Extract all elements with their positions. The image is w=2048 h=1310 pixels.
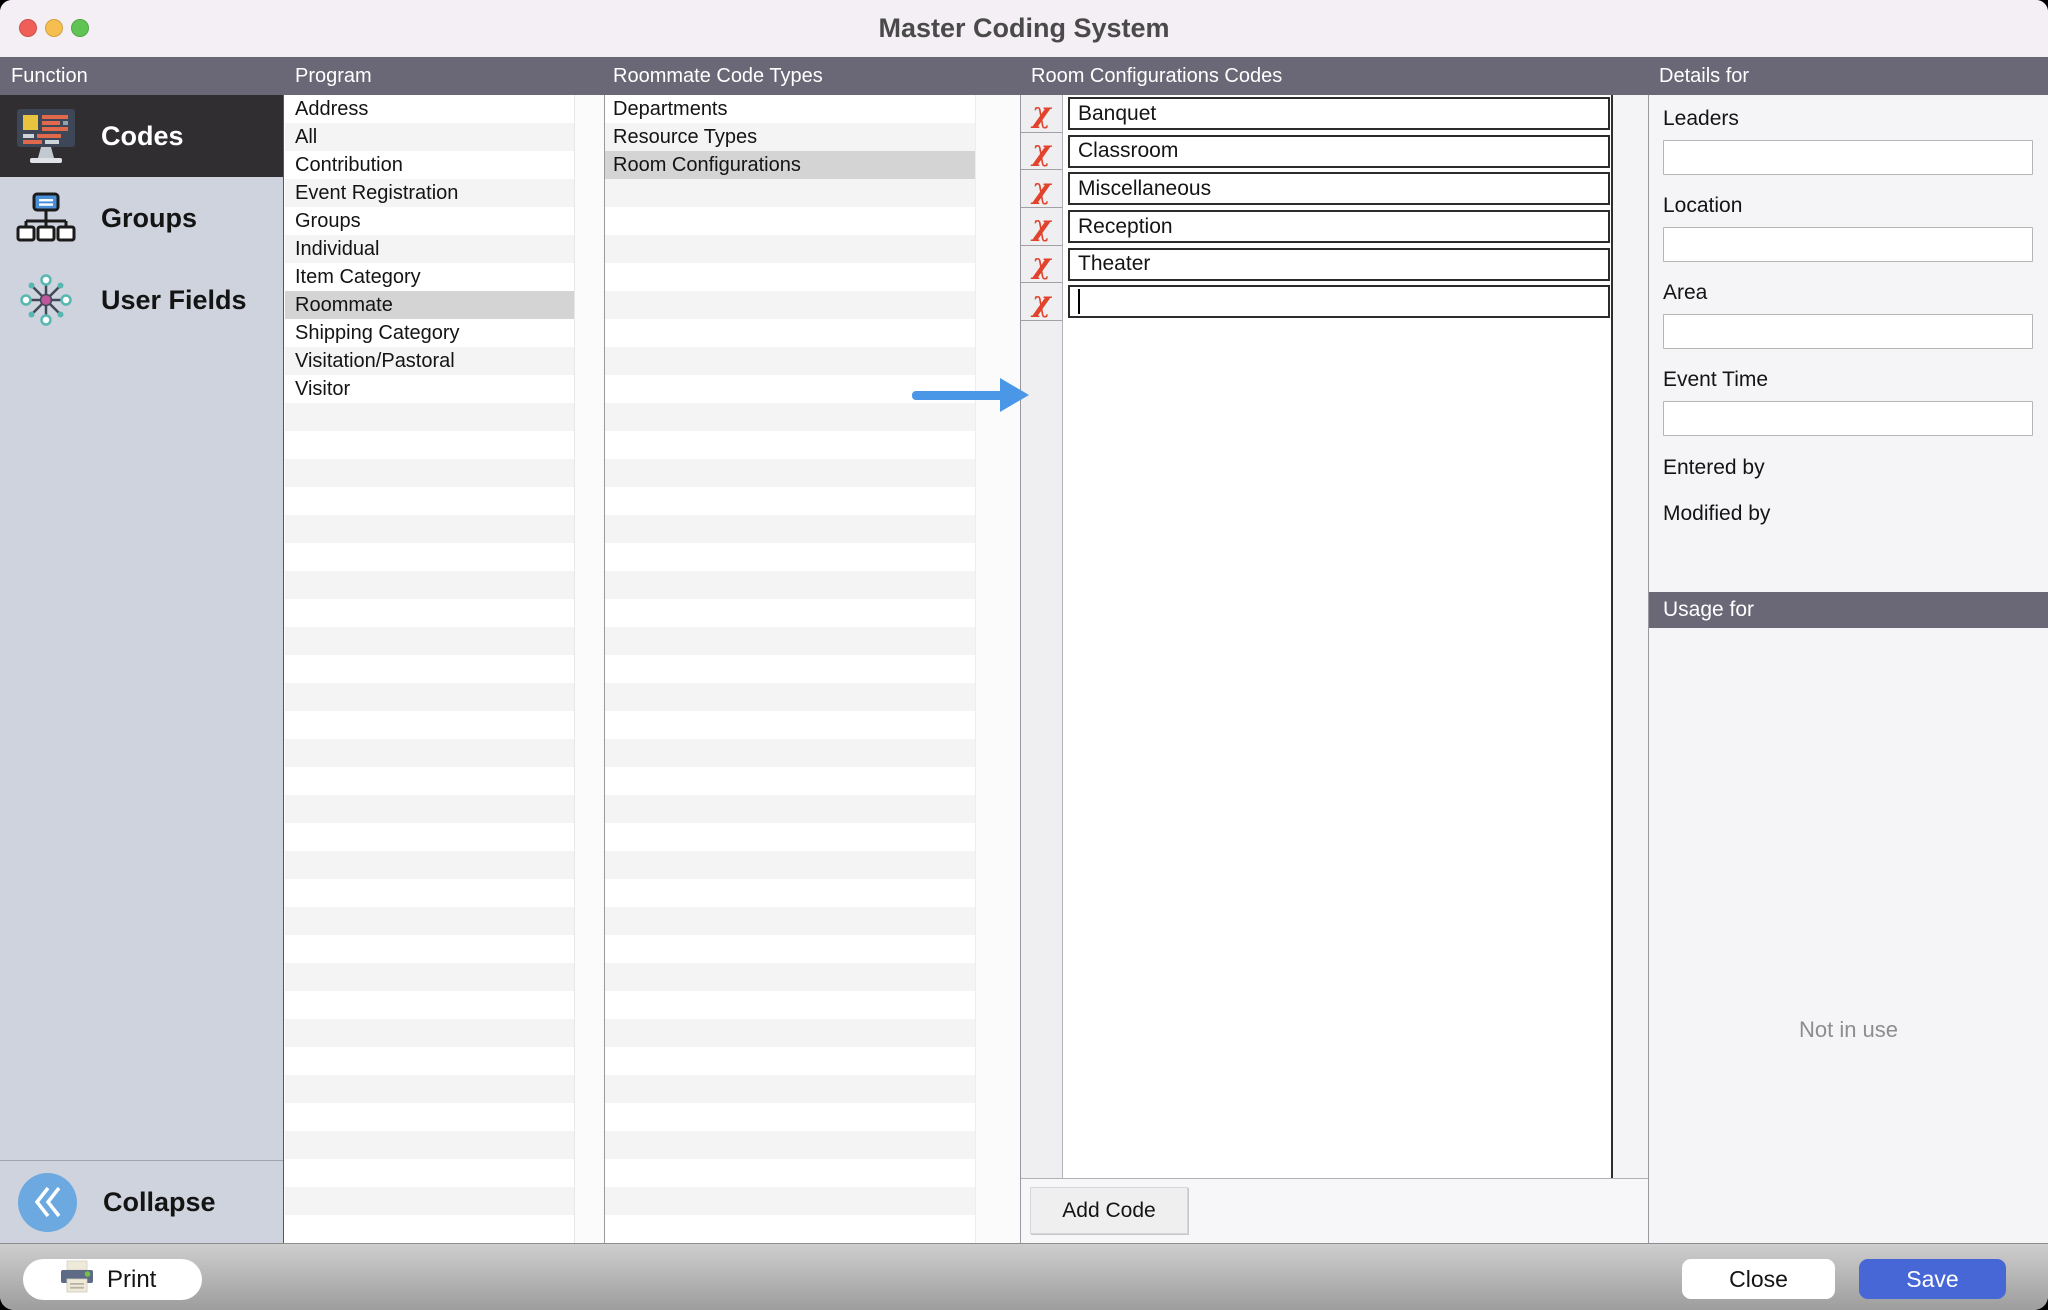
sidebar-item-groups[interactable]: Groups xyxy=(0,177,283,259)
red-x-delete-icon[interactable]: χ xyxy=(1021,208,1062,246)
details-fields: Leaders Location Area Event Time xyxy=(1649,107,2048,436)
code-row xyxy=(1064,170,1611,208)
codes-scrollbar-track[interactable] xyxy=(1613,95,1648,1178)
program-list-item[interactable]: Roommate xyxy=(285,291,574,319)
window-titlebar: Master Coding System xyxy=(0,0,2048,57)
codes-column-header: Room Configurations Codes xyxy=(1031,57,1282,95)
column-headers-bar: Function Program Roommate Code Types Roo… xyxy=(0,57,2048,95)
details-event-time-input[interactable] xyxy=(1663,401,2033,436)
function-sidebar: Codes Groups xyxy=(0,95,284,1243)
usage-for-header: Usage for xyxy=(1649,592,2048,628)
sidebar-item-user-fields[interactable]: User Fields xyxy=(0,259,283,341)
details-field-label: Leaders xyxy=(1663,107,2034,131)
details-column-header: Details for xyxy=(1659,57,1749,95)
code-input[interactable] xyxy=(1068,97,1610,130)
red-x-delete-icon[interactable]: χ xyxy=(1021,170,1062,208)
program-list-item[interactable]: Individual xyxy=(285,235,574,263)
sidebar-item-label: Groups xyxy=(101,203,197,234)
print-label: Print xyxy=(107,1266,156,1294)
program-column-header: Program xyxy=(295,57,372,95)
save-button[interactable]: Save xyxy=(1859,1259,2006,1299)
main-content: Codes Groups xyxy=(0,95,2048,1243)
details-leaders-input[interactable] xyxy=(1663,140,2033,175)
delete-icons-gutter: χχχχχχ xyxy=(1021,95,1063,1178)
printer-icon xyxy=(59,1260,95,1299)
code-types-column-header: Roommate Code Types xyxy=(613,57,823,95)
program-list-item[interactable]: All xyxy=(285,123,574,151)
details-location-input[interactable] xyxy=(1663,227,2033,262)
master-coding-system-window: Master Coding System Function Program Ro… xyxy=(0,0,2048,1310)
modified-by-label: Modified by xyxy=(1663,500,1793,528)
red-x-glyph: χ xyxy=(1032,99,1050,127)
codes-footer-strip: Add Code xyxy=(1021,1178,1648,1243)
code-input[interactable] xyxy=(1068,172,1610,205)
sidebar-item-label: User Fields xyxy=(101,285,247,316)
new-code-row xyxy=(1064,283,1611,321)
code-type-list-item[interactable]: Departments xyxy=(605,95,975,123)
red-x-glyph: χ xyxy=(1032,250,1050,278)
codes-rows xyxy=(1064,95,1613,1178)
code-input[interactable] xyxy=(1068,135,1610,168)
red-x-delete-icon[interactable]: χ xyxy=(1021,95,1062,133)
code-row xyxy=(1064,95,1611,133)
details-field-label: Event Time xyxy=(1663,368,2034,392)
red-x-glyph: χ xyxy=(1032,212,1050,240)
sidebar-item-codes[interactable]: Codes xyxy=(0,95,283,177)
sidebar-item-label: Codes xyxy=(101,121,184,152)
program-list-item[interactable]: Visitation/Pastoral xyxy=(285,347,574,375)
code-row xyxy=(1064,246,1611,284)
red-x-delete-icon[interactable]: χ xyxy=(1021,246,1062,284)
codes-list-area: χχχχχχ xyxy=(1021,95,1648,1178)
bottom-toolbar: Print Close Save xyxy=(0,1243,2048,1310)
program-list-item[interactable]: Groups xyxy=(285,207,574,235)
window-title: Master Coding System xyxy=(0,0,2048,57)
code-input[interactable] xyxy=(1068,210,1610,243)
program-scrollbar-track[interactable] xyxy=(574,95,604,1243)
add-code-button[interactable]: Add Code xyxy=(1030,1187,1188,1234)
room-configuration-codes-panel: χχχχχχ Add Code xyxy=(1021,95,1648,1243)
code-row xyxy=(1064,133,1611,171)
code-type-list-item[interactable]: Resource Types xyxy=(605,123,975,151)
code-input[interactable] xyxy=(1068,248,1610,281)
code-row xyxy=(1064,208,1611,246)
program-list-item[interactable]: Contribution xyxy=(285,151,574,179)
text-caret xyxy=(1078,289,1080,314)
code-types-list: DepartmentsResource TypesRoom Configurat… xyxy=(605,95,975,1243)
org-chart-icon xyxy=(13,191,79,245)
program-list-item[interactable]: Item Category xyxy=(285,263,574,291)
monitor-code-icon xyxy=(13,107,79,165)
red-x-delete-icon[interactable]: χ xyxy=(1021,283,1062,321)
entered-by-label: Entered by xyxy=(1663,454,1793,482)
hub-spoke-icon xyxy=(13,272,79,328)
code-type-list-item[interactable]: Room Configurations xyxy=(605,151,975,179)
usage-status-text: Not in use xyxy=(1649,1017,2048,1043)
program-list-item[interactable]: Event Registration xyxy=(285,179,574,207)
details-panel: Leaders Location Area Event Time Entered by… xyxy=(1649,95,2048,1243)
close-button[interactable]: Close xyxy=(1682,1259,1835,1299)
print-button[interactable]: Print xyxy=(23,1259,202,1300)
details-field-label: Area xyxy=(1663,281,2034,305)
collapse-sidebar-button[interactable]: Collapse xyxy=(0,1160,283,1243)
details-field-label: Location xyxy=(1663,194,2034,218)
collapse-label: Collapse xyxy=(103,1187,216,1218)
new-code-input[interactable] xyxy=(1068,285,1610,318)
red-x-glyph: χ xyxy=(1032,137,1050,165)
red-x-delete-icon[interactable]: χ xyxy=(1021,133,1062,171)
double-chevron-left-icon xyxy=(18,1173,77,1232)
program-list-item[interactable]: Visitor xyxy=(285,375,574,403)
program-list-item[interactable]: Shipping Category xyxy=(285,319,574,347)
function-column-header: Function xyxy=(11,57,88,95)
red-x-glyph: χ xyxy=(1032,175,1050,203)
red-x-glyph: χ xyxy=(1032,288,1050,316)
program-list: AddressAllContributionEvent Registration… xyxy=(285,95,574,1243)
program-list-item[interactable]: Address xyxy=(285,95,574,123)
details-area-input[interactable] xyxy=(1663,314,2033,349)
code-types-scrollbar-track[interactable] xyxy=(975,95,1020,1243)
